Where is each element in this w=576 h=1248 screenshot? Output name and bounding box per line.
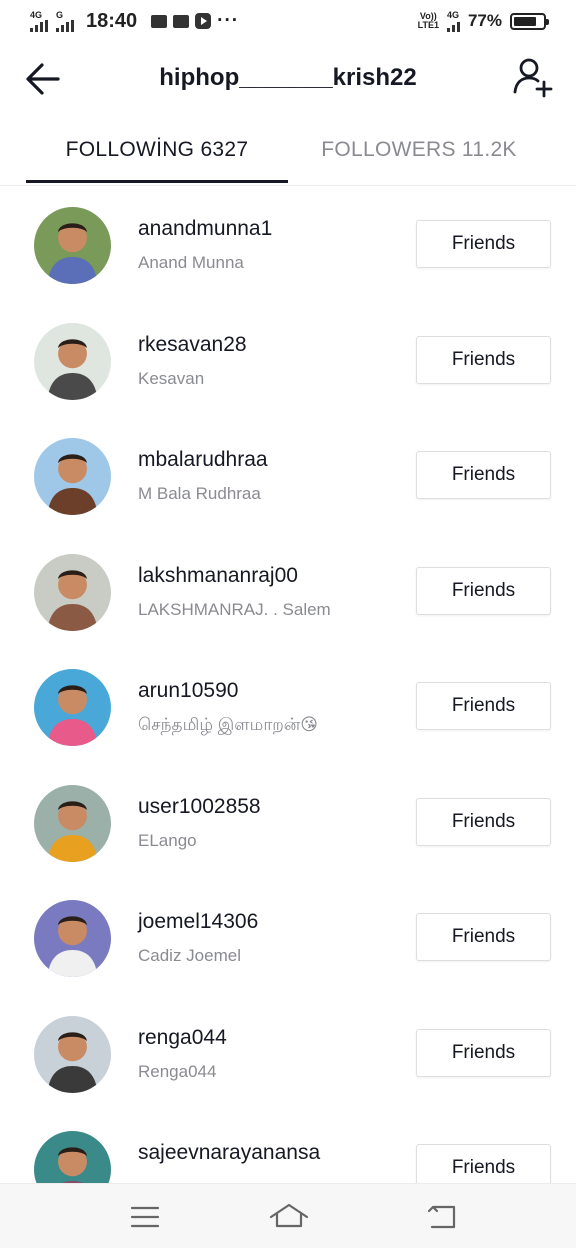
sim1-network-label: 4G (30, 9, 43, 20)
home-button[interactable] (268, 1200, 310, 1234)
list-item[interactable]: sajeevnarayanansa Friends (0, 1111, 576, 1183)
sim2-network-label: G (56, 9, 64, 20)
status-time: 18:40 (86, 9, 138, 32)
status-left: 4G G 18:40 ··· (30, 10, 239, 33)
following-list[interactable]: anandmunna1 Anand Munna Friends rkesavan28 K… (0, 187, 576, 1183)
data-network-label: 4G (446, 9, 459, 20)
avatar[interactable] (34, 322, 111, 400)
friends-button[interactable]: Friends (416, 566, 551, 615)
list-item[interactable]: arun10590 செந்தமிழ் இளமாறன்😘 Friends (0, 649, 576, 764)
tab-bar: FOLLOWİNG 6327 FOLLOWERS 11.2K (0, 116, 576, 186)
avatar-image (34, 669, 111, 746)
nickname: ELango (138, 830, 197, 850)
nickname: Kesavan (138, 368, 205, 388)
list-item[interactable]: lakshmananraj00 LAKSHMANRAJ. . Salem Frien… (0, 534, 576, 649)
username[interactable]: lakshmananraj00 (138, 564, 298, 588)
avatar-image (34, 438, 111, 515)
avatar-image (34, 1015, 111, 1093)
avatar-image (34, 207, 111, 284)
avatar-image (34, 900, 111, 977)
list-item[interactable]: renga044 Renga044 Friends (0, 996, 576, 1111)
nickname: Renga044 (138, 1061, 217, 1081)
avatar[interactable] (34, 438, 111, 515)
more-notifications-icon: ··· (217, 10, 240, 31)
avatar[interactable] (34, 207, 111, 284)
tab-followers[interactable]: FOLLOWERS 11.2K (288, 116, 550, 184)
avatar[interactable] (34, 784, 111, 862)
friends-button[interactable]: Friends (416, 682, 551, 730)
friends-button[interactable]: Friends (416, 1144, 551, 1183)
nickname: Cadiz Joemel (138, 946, 241, 965)
nickname: Anand Munna (138, 253, 244, 272)
nickname: LAKSHMANRAJ. . Salem (138, 599, 331, 619)
list-item[interactable]: anandmunna1 Anand Munna Friends (0, 187, 576, 302)
avatar[interactable] (34, 900, 111, 977)
avatar-image (34, 322, 111, 400)
volte-icon: Vo)) LTE1 (418, 12, 439, 30)
list-item[interactable]: mbalarudhraa M Bala Rudhraa Friends (0, 418, 576, 533)
list-item[interactable]: joemel14306 Cadiz Joemel Friends (0, 880, 576, 995)
status-bar: 4G G 18:40 ··· Vo)) LTE1 4G 77% (0, 0, 576, 42)
username[interactable]: renga044 (138, 1026, 227, 1050)
system-nav-bar (0, 1183, 576, 1248)
username[interactable]: arun10590 (138, 679, 238, 703)
tab-following[interactable]: FOLLOWİNG 6327 (26, 116, 288, 184)
page-title: hiphop_______krish22 (159, 64, 417, 91)
friends-button[interactable]: Friends (416, 335, 551, 384)
volte-bottom-label: LTE1 (417, 20, 439, 30)
avatar-image (34, 784, 111, 862)
avatar[interactable] (34, 553, 111, 631)
friends-button[interactable]: Friends (416, 797, 551, 846)
play-icon (195, 13, 212, 29)
friends-button[interactable]: Friends (416, 913, 551, 961)
username[interactable]: rkesavan28 (138, 333, 247, 357)
list-item[interactable]: rkesavan28 Kesavan Friends (0, 303, 576, 418)
recent-apps-button[interactable] (125, 1200, 165, 1234)
system-back-button[interactable] (420, 1200, 460, 1234)
battery-percent: 77% (467, 11, 502, 30)
avatar-image (34, 1131, 111, 1183)
return-icon (427, 1205, 456, 1229)
home-icon (269, 1203, 309, 1228)
status-right: Vo)) LTE1 4G 77% (418, 9, 549, 32)
username[interactable]: joemel14306 (138, 910, 258, 934)
add-user-icon (513, 58, 553, 98)
username[interactable]: anandmunna1 (138, 217, 272, 241)
data-signal-icon: 4G (446, 9, 460, 32)
list-item[interactable]: user1002858 ELango Friends (0, 765, 576, 880)
signal-icon: G (56, 9, 74, 32)
username[interactable]: sajeevnarayanansa (138, 1141, 320, 1165)
signal-icon: 4G (30, 9, 48, 32)
avatar[interactable] (34, 1131, 111, 1183)
video-icon (151, 14, 168, 28)
nickname: M Bala Rudhraa (138, 484, 261, 503)
notification-icons: ··· (151, 10, 239, 32)
header: hiphop_______krish22 (0, 42, 576, 116)
avatar[interactable] (34, 1015, 111, 1093)
avatar[interactable] (34, 669, 111, 746)
friends-button[interactable]: Friends (416, 1028, 551, 1077)
avatar-image (34, 553, 111, 631)
username[interactable]: mbalarudhraa (138, 448, 268, 472)
camera-icon (173, 14, 190, 28)
friends-button[interactable]: Friends (416, 451, 551, 499)
battery-fill (514, 16, 536, 26)
friends-button[interactable]: Friends (416, 220, 551, 268)
add-user-button[interactable] (512, 56, 554, 98)
tab-indicator (26, 180, 288, 183)
username[interactable]: user1002858 (138, 795, 261, 819)
menu-icon (130, 1206, 160, 1228)
nickname: செந்தமிழ் இளமாறன்😘 (138, 715, 318, 734)
battery-icon (510, 12, 549, 30)
